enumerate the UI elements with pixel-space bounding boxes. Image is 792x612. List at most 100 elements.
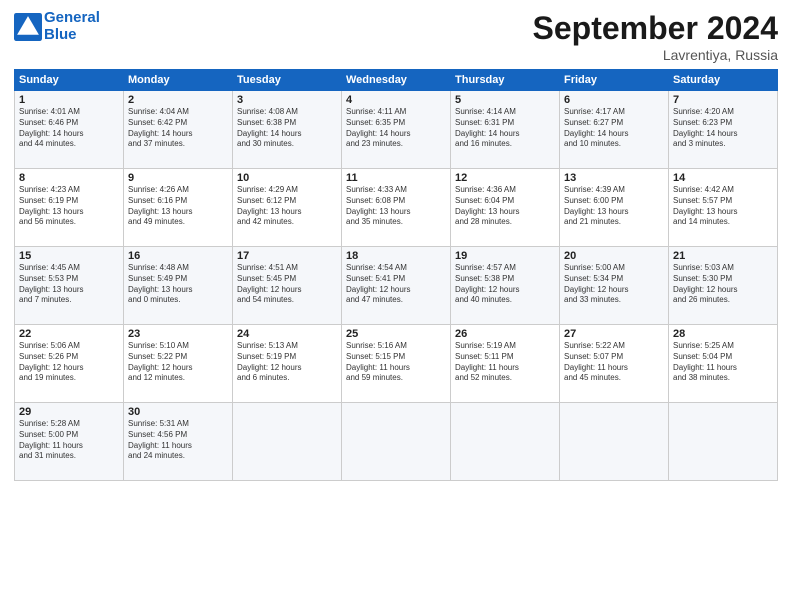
calendar-cell — [233, 403, 342, 481]
cell-info: Sunrise: 4:42 AMSunset: 5:57 PMDaylight:… — [673, 185, 773, 228]
calendar-cell — [342, 403, 451, 481]
day-number: 12 — [455, 172, 555, 184]
cell-info: Sunrise: 4:39 AMSunset: 6:00 PMDaylight:… — [564, 185, 664, 228]
calendar-cell: 12Sunrise: 4:36 AMSunset: 6:04 PMDayligh… — [451, 169, 560, 247]
calendar-cell: 30Sunrise: 5:31 AMSunset: 4:56 PMDayligh… — [124, 403, 233, 481]
weekday-header: Thursday — [451, 70, 560, 91]
calendar-cell: 29Sunrise: 5:28 AMSunset: 5:00 PMDayligh… — [15, 403, 124, 481]
day-number: 22 — [19, 328, 119, 340]
calendar-cell — [669, 403, 778, 481]
calendar-week-row: 22Sunrise: 5:06 AMSunset: 5:26 PMDayligh… — [15, 325, 778, 403]
calendar-cell: 17Sunrise: 4:51 AMSunset: 5:45 PMDayligh… — [233, 247, 342, 325]
logo-text: General Blue — [44, 10, 100, 43]
calendar-cell: 16Sunrise: 4:48 AMSunset: 5:49 PMDayligh… — [124, 247, 233, 325]
page: General Blue September 2024 Lavrentiya, … — [0, 0, 792, 612]
calendar-cell: 5Sunrise: 4:14 AMSunset: 6:31 PMDaylight… — [451, 91, 560, 169]
calendar-cell: 28Sunrise: 5:25 AMSunset: 5:04 PMDayligh… — [669, 325, 778, 403]
day-number: 14 — [673, 172, 773, 184]
cell-info: Sunrise: 5:03 AMSunset: 5:30 PMDaylight:… — [673, 263, 773, 306]
day-number: 6 — [564, 94, 664, 106]
calendar-week-row: 29Sunrise: 5:28 AMSunset: 5:00 PMDayligh… — [15, 403, 778, 481]
cell-info: Sunrise: 4:08 AMSunset: 6:38 PMDaylight:… — [237, 107, 337, 150]
calendar-cell: 11Sunrise: 4:33 AMSunset: 6:08 PMDayligh… — [342, 169, 451, 247]
cell-info: Sunrise: 4:01 AMSunset: 6:46 PMDaylight:… — [19, 107, 119, 150]
calendar-cell: 4Sunrise: 4:11 AMSunset: 6:35 PMDaylight… — [342, 91, 451, 169]
cell-info: Sunrise: 5:28 AMSunset: 5:00 PMDaylight:… — [19, 419, 119, 462]
cell-info: Sunrise: 4:54 AMSunset: 5:41 PMDaylight:… — [346, 263, 446, 306]
cell-info: Sunrise: 4:04 AMSunset: 6:42 PMDaylight:… — [128, 107, 228, 150]
weekday-header: Wednesday — [342, 70, 451, 91]
calendar-cell: 26Sunrise: 5:19 AMSunset: 5:11 PMDayligh… — [451, 325, 560, 403]
day-number: 16 — [128, 250, 228, 262]
cell-info: Sunrise: 4:57 AMSunset: 5:38 PMDaylight:… — [455, 263, 555, 306]
calendar-cell: 13Sunrise: 4:39 AMSunset: 6:00 PMDayligh… — [560, 169, 669, 247]
day-number: 24 — [237, 328, 337, 340]
cell-info: Sunrise: 4:36 AMSunset: 6:04 PMDaylight:… — [455, 185, 555, 228]
cell-info: Sunrise: 5:31 AMSunset: 4:56 PMDaylight:… — [128, 419, 228, 462]
day-number: 9 — [128, 172, 228, 184]
weekday-header: Monday — [124, 70, 233, 91]
day-number: 20 — [564, 250, 664, 262]
calendar-week-row: 15Sunrise: 4:45 AMSunset: 5:53 PMDayligh… — [15, 247, 778, 325]
calendar-cell: 19Sunrise: 4:57 AMSunset: 5:38 PMDayligh… — [451, 247, 560, 325]
weekday-header: Friday — [560, 70, 669, 91]
calendar-cell: 21Sunrise: 5:03 AMSunset: 5:30 PMDayligh… — [669, 247, 778, 325]
day-number: 4 — [346, 94, 446, 106]
cell-info: Sunrise: 4:20 AMSunset: 6:23 PMDaylight:… — [673, 107, 773, 150]
calendar-cell: 8Sunrise: 4:23 AMSunset: 6:19 PMDaylight… — [15, 169, 124, 247]
day-number: 25 — [346, 328, 446, 340]
cell-info: Sunrise: 5:19 AMSunset: 5:11 PMDaylight:… — [455, 341, 555, 384]
calendar-cell: 20Sunrise: 5:00 AMSunset: 5:34 PMDayligh… — [560, 247, 669, 325]
calendar-cell: 10Sunrise: 4:29 AMSunset: 6:12 PMDayligh… — [233, 169, 342, 247]
calendar-cell: 23Sunrise: 5:10 AMSunset: 5:22 PMDayligh… — [124, 325, 233, 403]
calendar-table: SundayMondayTuesdayWednesdayThursdayFrid… — [14, 69, 778, 481]
calendar-cell — [560, 403, 669, 481]
calendar-cell: 27Sunrise: 5:22 AMSunset: 5:07 PMDayligh… — [560, 325, 669, 403]
day-number: 13 — [564, 172, 664, 184]
day-number: 3 — [237, 94, 337, 106]
day-number: 29 — [19, 406, 119, 418]
weekday-header: Sunday — [15, 70, 124, 91]
cell-info: Sunrise: 4:14 AMSunset: 6:31 PMDaylight:… — [455, 107, 555, 150]
day-number: 7 — [673, 94, 773, 106]
cell-info: Sunrise: 4:17 AMSunset: 6:27 PMDaylight:… — [564, 107, 664, 150]
logo-icon — [14, 13, 42, 41]
header: General Blue September 2024 Lavrentiya, … — [14, 10, 778, 63]
cell-info: Sunrise: 4:48 AMSunset: 5:49 PMDaylight:… — [128, 263, 228, 306]
day-number: 10 — [237, 172, 337, 184]
day-number: 27 — [564, 328, 664, 340]
cell-info: Sunrise: 5:25 AMSunset: 5:04 PMDaylight:… — [673, 341, 773, 384]
cell-info: Sunrise: 5:13 AMSunset: 5:19 PMDaylight:… — [237, 341, 337, 384]
month-title: September 2024 — [533, 10, 778, 47]
logo: General Blue — [14, 10, 100, 43]
calendar-cell: 18Sunrise: 4:54 AMSunset: 5:41 PMDayligh… — [342, 247, 451, 325]
day-number: 2 — [128, 94, 228, 106]
cell-info: Sunrise: 4:26 AMSunset: 6:16 PMDaylight:… — [128, 185, 228, 228]
day-number: 5 — [455, 94, 555, 106]
day-number: 18 — [346, 250, 446, 262]
cell-info: Sunrise: 4:45 AMSunset: 5:53 PMDaylight:… — [19, 263, 119, 306]
calendar-cell: 22Sunrise: 5:06 AMSunset: 5:26 PMDayligh… — [15, 325, 124, 403]
day-number: 15 — [19, 250, 119, 262]
cell-info: Sunrise: 4:51 AMSunset: 5:45 PMDaylight:… — [237, 263, 337, 306]
day-number: 19 — [455, 250, 555, 262]
calendar-cell: 25Sunrise: 5:16 AMSunset: 5:15 PMDayligh… — [342, 325, 451, 403]
calendar-cell: 3Sunrise: 4:08 AMSunset: 6:38 PMDaylight… — [233, 91, 342, 169]
calendar-cell: 2Sunrise: 4:04 AMSunset: 6:42 PMDaylight… — [124, 91, 233, 169]
cell-info: Sunrise: 5:00 AMSunset: 5:34 PMDaylight:… — [564, 263, 664, 306]
calendar-cell: 14Sunrise: 4:42 AMSunset: 5:57 PMDayligh… — [669, 169, 778, 247]
cell-info: Sunrise: 4:23 AMSunset: 6:19 PMDaylight:… — [19, 185, 119, 228]
cell-info: Sunrise: 5:22 AMSunset: 5:07 PMDaylight:… — [564, 341, 664, 384]
day-number: 26 — [455, 328, 555, 340]
calendar-cell: 15Sunrise: 4:45 AMSunset: 5:53 PMDayligh… — [15, 247, 124, 325]
calendar-cell — [451, 403, 560, 481]
cell-info: Sunrise: 5:06 AMSunset: 5:26 PMDaylight:… — [19, 341, 119, 384]
day-number: 1 — [19, 94, 119, 106]
header-row: SundayMondayTuesdayWednesdayThursdayFrid… — [15, 70, 778, 91]
cell-info: Sunrise: 4:29 AMSunset: 6:12 PMDaylight:… — [237, 185, 337, 228]
weekday-header: Tuesday — [233, 70, 342, 91]
day-number: 17 — [237, 250, 337, 262]
cell-info: Sunrise: 5:10 AMSunset: 5:22 PMDaylight:… — [128, 341, 228, 384]
location: Lavrentiya, Russia — [533, 47, 778, 63]
title-block: September 2024 Lavrentiya, Russia — [533, 10, 778, 63]
